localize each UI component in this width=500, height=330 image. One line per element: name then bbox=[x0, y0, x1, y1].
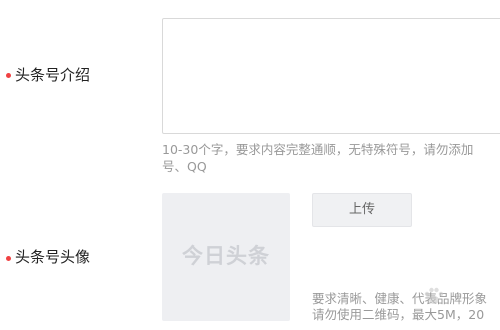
required-indicator bbox=[6, 256, 11, 261]
upload-button-label: 上传 bbox=[348, 202, 375, 217]
required-indicator bbox=[6, 73, 11, 78]
intro-hint-line2: 号、QQ bbox=[162, 159, 207, 174]
avatar-hint-line1: 要求清晰、健康、代表品牌形象 bbox=[312, 291, 488, 306]
intro-textarea[interactable] bbox=[162, 18, 500, 134]
avatar-hint-line2: 请勿使用二维码，最大5M，20 bbox=[312, 307, 485, 322]
paw-watermark-icon bbox=[424, 287, 444, 304]
avatar-label: 头条号头像 bbox=[15, 248, 91, 266]
upload-button[interactable]: 上传 bbox=[312, 193, 412, 227]
toutiao-logo-placeholder: 今日头条 bbox=[182, 244, 270, 268]
intro-label: 头条号介绍 bbox=[15, 66, 91, 84]
avatar-preview: 今日头条 bbox=[162, 193, 290, 321]
intro-hint-line1: 10-30个字，要求内容完整通顺，无特殊符号，请勿添加 bbox=[162, 142, 474, 157]
